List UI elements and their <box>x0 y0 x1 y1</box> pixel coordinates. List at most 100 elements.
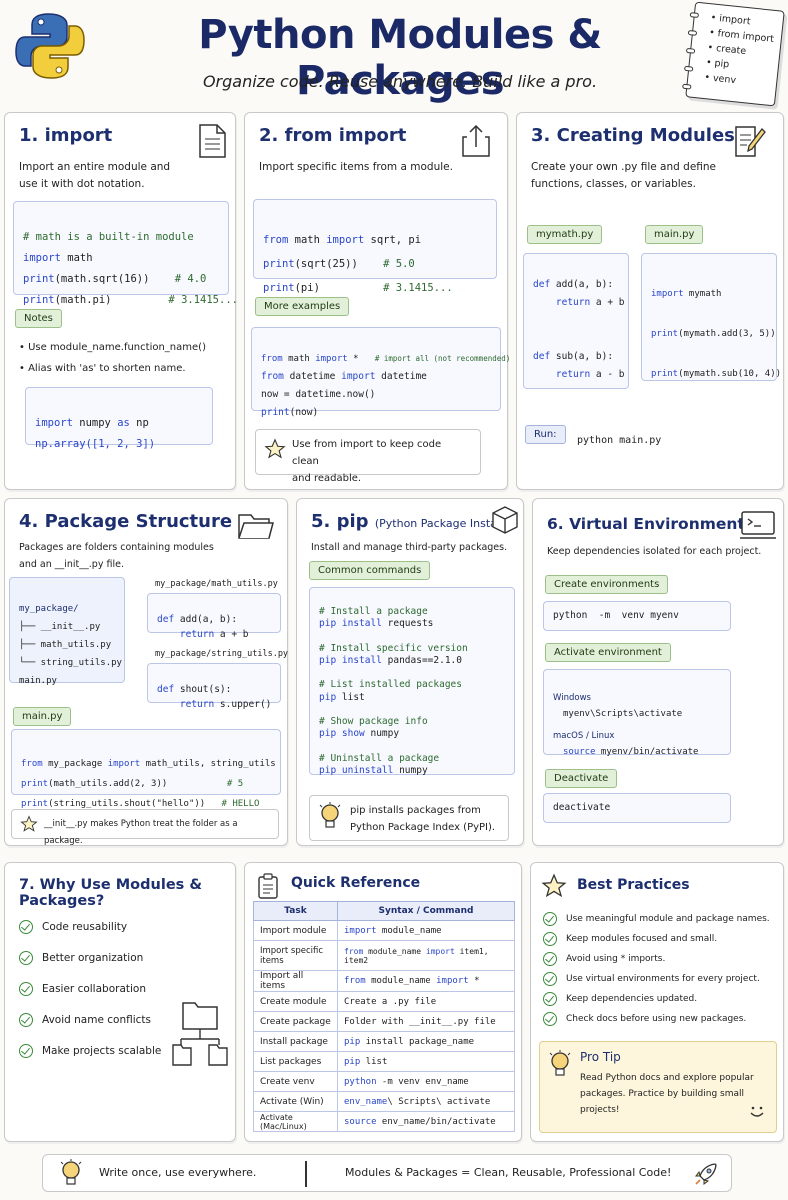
share-upload-icon <box>462 124 490 157</box>
star-icon <box>264 438 286 459</box>
code-line: def add(a, b): <box>157 612 271 627</box>
code-line: # Show package info <box>319 716 505 728</box>
code-keyword: import <box>315 354 348 364</box>
practice-item: Use meaningful module and package names. <box>543 909 770 929</box>
code-text: mymath <box>683 289 722 299</box>
check-icon <box>19 981 33 996</box>
code-text: now = datetime.now() <box>261 389 376 400</box>
syntax-keyword: import <box>344 925 377 936</box>
code-text: python -m venv myenv <box>553 610 679 621</box>
code-text: math_utils, string_utils <box>140 759 276 769</box>
code-text: numpy <box>72 417 118 429</box>
check-icon <box>19 1012 33 1027</box>
code-line: return a + b <box>533 294 625 312</box>
syntax-cell: env_name\ Scripts\ activate <box>337 1091 515 1112</box>
code-keyword: def <box>157 614 175 625</box>
code-text: datetime <box>375 371 427 382</box>
code-text: (math_utils.add(2, 3)) <box>48 779 168 789</box>
code-text: pandas==2.1.0 <box>381 655 462 667</box>
code-keyword: from <box>261 371 284 382</box>
panel-best-practices: Best Practices Use meaningful module and… <box>530 862 784 1142</box>
task-cell: Import all items <box>253 970 338 992</box>
syntax-cell: python -m venv env_name <box>337 1071 515 1092</box>
code-line: print(mymath.add(3, 5)) <box>651 324 776 344</box>
syntax-keyword: source <box>344 1116 377 1127</box>
tree-item: my_package/ <box>19 604 79 614</box>
table-row: Import specific items from module_name im… <box>253 940 515 971</box>
note-text: __init__.py makes Python treat the folde… <box>44 819 238 846</box>
panel-from-import: 2. from import Import specific items fro… <box>244 112 510 490</box>
check-icon <box>543 932 557 946</box>
run-command: python main.py <box>577 435 662 446</box>
header: Python Modules & Packages Organize code.… <box>0 0 788 108</box>
code-text: add(a, b): <box>550 279 614 290</box>
code-comment: # Uninstall a package <box>319 752 440 764</box>
tree-item: main.py <box>19 676 57 686</box>
code-keyword: print <box>261 407 290 418</box>
common-commands-tag: Common commands <box>309 561 431 580</box>
code-comment: # HELLO <box>221 799 260 809</box>
code-line: print(mymath.sub(10, 4)) <box>651 364 781 384</box>
code-line: pip install pandas==2.1.0 <box>319 655 505 667</box>
reason-item: Make projects scalable <box>19 1035 161 1066</box>
syntax-keyword: import <box>425 946 455 956</box>
edit-document-icon <box>735 126 766 157</box>
folder-icon <box>238 514 274 539</box>
code-line: pip show numpy <box>319 728 505 740</box>
star-icon <box>20 815 38 832</box>
code-text: (pi) <box>294 282 320 294</box>
code-keyword: def <box>533 351 551 362</box>
code-keyword: print <box>21 799 49 809</box>
main-code-block: import mymath print(mymath.add(3, 5)) pr… <box>641 253 781 384</box>
code-line: # Install specific version <box>319 643 505 655</box>
code-text: shout(s): <box>174 684 232 695</box>
code-comment: # List installed packages <box>319 679 462 691</box>
syntax-keyword: python <box>344 1076 377 1087</box>
table-row: Activate (Win) env_name\ Scripts\ activat… <box>253 1091 515 1112</box>
code-line: return a + b <box>157 627 271 642</box>
syntax-text: * <box>468 976 480 986</box>
code-line: from my_package import math_utils, strin… <box>21 754 276 774</box>
reason-text: Make projects scalable <box>42 1044 162 1057</box>
code-keyword: print <box>651 329 679 339</box>
code-keyword: from <box>263 234 289 246</box>
code-line: pip install requests <box>319 618 505 630</box>
pro-tip-text: packages. Practice by building small <box>580 1089 744 1099</box>
panel-title: 7. Why Use Modules & Packages? <box>19 877 202 909</box>
syntax-text: \ Scripts\ activate <box>387 1096 491 1107</box>
code-keyword: def <box>533 279 551 290</box>
code-text: (mymath.sub(10, 4)) <box>678 369 782 379</box>
practice-item: Keep dependencies updated. <box>543 989 770 1009</box>
code-comment: # 3.1415... <box>168 294 238 306</box>
code-keyword: as <box>117 417 130 429</box>
syntax-text: -m venv env_name <box>376 1076 469 1087</box>
practice-item: Avoid using * imports. <box>543 949 770 969</box>
tip-text: Use from import to keep code clean <box>292 439 442 467</box>
panel-description: Packages are folders containing modules <box>19 542 214 553</box>
table-row: Import all items from module_name import … <box>253 970 515 992</box>
os-label: macOS / Linux <box>553 731 615 741</box>
code-keyword: return <box>533 369 591 380</box>
reason-item: Avoid name conflicts <box>19 1004 161 1035</box>
create-env-tag: Create environments <box>545 575 669 594</box>
panel-description: functions, classes, or variables. <box>531 178 696 190</box>
syntax-keyword: import <box>436 976 469 986</box>
tip-text: and readable. <box>292 473 362 484</box>
syntax-cell: source env_name/bin/activate <box>337 1111 515 1132</box>
syntax-text: list <box>360 1056 388 1067</box>
practice-text: Avoid using * imports. <box>566 954 666 964</box>
panel-description: and an __init__.py file. <box>19 559 124 570</box>
code-comment: # Show package info <box>319 716 428 728</box>
python-logo-icon <box>15 13 85 79</box>
task-cell: Create package <box>253 1011 338 1032</box>
code-line: print(now) <box>261 404 491 422</box>
code-keyword: return <box>533 297 591 308</box>
code-keyword: return <box>157 629 215 640</box>
package-note: __init__.py makes Python treat the folde… <box>11 809 279 846</box>
code-line: def add(a, b): <box>533 276 619 294</box>
check-icon <box>19 919 33 934</box>
table-row: Create venv python -m venv env_name <box>253 1071 515 1092</box>
task-cell: Import module <box>253 920 338 941</box>
task-cell: List packages <box>253 1051 338 1072</box>
reason-item: Code reusability <box>19 911 161 942</box>
